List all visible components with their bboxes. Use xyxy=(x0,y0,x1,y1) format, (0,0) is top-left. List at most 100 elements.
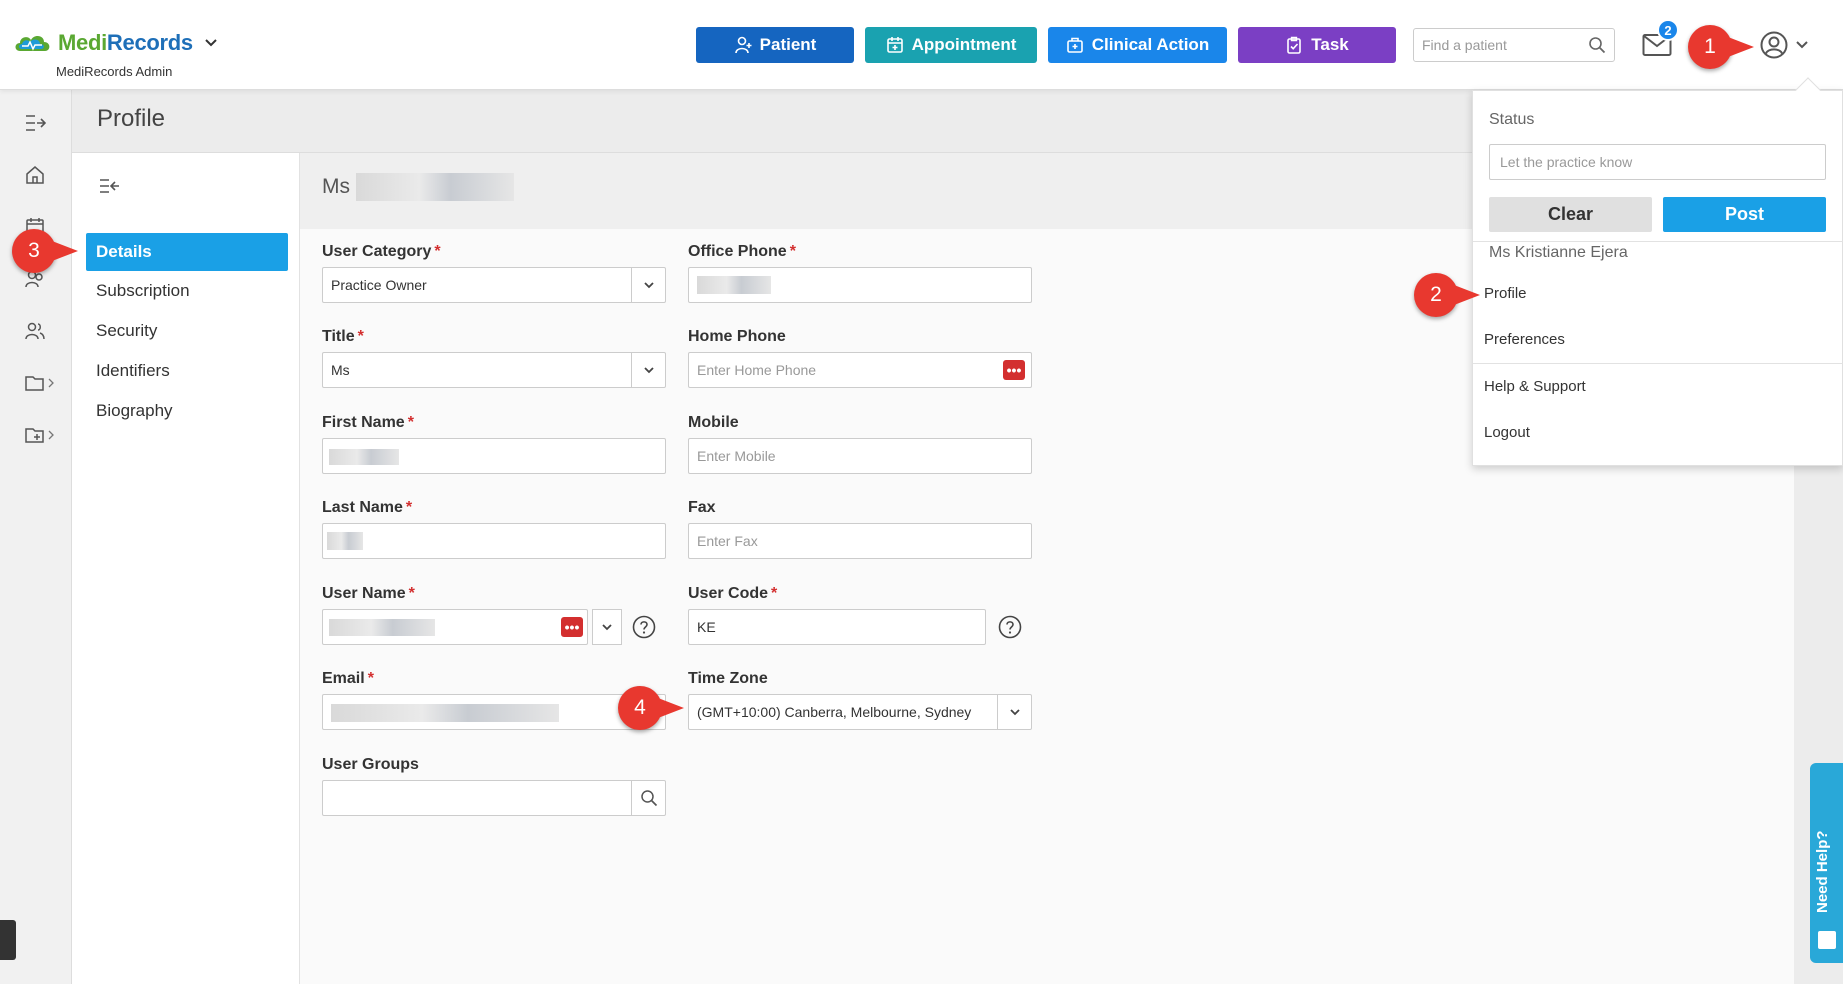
brand-logo[interactable]: MediRecords xyxy=(12,30,219,56)
chevron-down-icon xyxy=(1009,709,1020,716)
home-phone-field[interactable]: Enter Home Phone ••• xyxy=(688,352,1032,388)
search-icon[interactable] xyxy=(1588,36,1606,54)
appointment-button[interactable]: Appointment xyxy=(865,27,1037,63)
email-label: Email * xyxy=(322,670,374,687)
mobile-label: Mobile xyxy=(688,414,739,431)
title-value: Ms xyxy=(331,362,350,378)
time-zone-value: (GMT+10:00) Canberra, Melbourne, Sydney xyxy=(697,704,972,720)
user-groups-label: User Groups xyxy=(322,756,419,773)
redacted-email xyxy=(331,704,559,722)
office-phone-field[interactable] xyxy=(688,267,1032,303)
user-name-field[interactable]: ••• xyxy=(322,609,622,645)
post-button[interactable]: Post xyxy=(1663,197,1826,232)
mobile-placeholder: Enter Mobile xyxy=(697,448,776,464)
profile-subnav: Details Subscription Security Identifier… xyxy=(72,153,300,984)
user-code-label: User Code * xyxy=(688,585,778,602)
add-person-icon xyxy=(734,36,752,54)
redacted-office-phone xyxy=(697,276,771,294)
user-groups-search[interactable] xyxy=(631,781,665,815)
user-menu-dropdown: Status Let the practice know Clear Post … xyxy=(1472,90,1843,466)
help-question-icon[interactable] xyxy=(998,615,1022,639)
user-category-dropdown[interactable] xyxy=(631,268,665,302)
subnav-item-identifiers[interactable]: Identifiers xyxy=(86,352,288,390)
calendar-add-icon xyxy=(886,37,903,53)
title-select[interactable]: Ms xyxy=(322,352,666,388)
home-phone-placeholder: Enter Home Phone xyxy=(697,362,817,378)
first-name-label: First Name * xyxy=(322,414,414,431)
title-dropdown[interactable] xyxy=(631,353,665,387)
users-icon[interactable] xyxy=(24,320,46,342)
status-label: Status xyxy=(1489,111,1535,128)
callout-2: 2 xyxy=(1414,273,1494,319)
clear-button[interactable]: Clear xyxy=(1489,197,1652,232)
patient-search[interactable] xyxy=(1413,28,1615,62)
callout-3: 3 xyxy=(12,229,92,275)
user-code-value: KE xyxy=(697,619,716,635)
redacted-last-name xyxy=(327,532,363,550)
help-question-icon[interactable] xyxy=(632,615,656,639)
user-code-field[interactable]: KE xyxy=(688,609,986,645)
callout-4: 4 xyxy=(618,686,698,732)
patient-search-input[interactable] xyxy=(1414,29,1574,61)
cloud-logo-icon xyxy=(15,36,50,51)
user-display-name: Ms Kristianne Ejera xyxy=(1489,244,1628,261)
divider xyxy=(1473,241,1843,242)
user-groups-field[interactable] xyxy=(322,780,666,816)
time-zone-label: Time Zone xyxy=(688,670,768,687)
menu-item-help-support[interactable]: Help & Support xyxy=(1484,378,1586,395)
mobile-field[interactable]: Enter Mobile xyxy=(688,438,1032,474)
email-field[interactable] xyxy=(322,694,666,730)
password-manager-icon[interactable]: ••• xyxy=(1003,360,1025,380)
medical-kit-icon xyxy=(1066,37,1083,53)
last-name-field[interactable] xyxy=(322,523,666,559)
appointment-button-label: Appointment xyxy=(911,35,1017,54)
task-button-label: Task xyxy=(1311,35,1349,54)
home-phone-label: Home Phone xyxy=(688,328,786,345)
folder-icon[interactable] xyxy=(24,372,46,394)
chevron-right-icon[interactable] xyxy=(47,378,55,388)
user-category-select[interactable]: Practice Owner xyxy=(322,267,666,303)
home-icon[interactable] xyxy=(24,164,46,186)
clinical-action-button-label: Clinical Action xyxy=(1091,35,1210,54)
need-help-label: Need Help? xyxy=(1814,830,1831,913)
callout-1: 1 xyxy=(1688,25,1768,71)
first-name-field[interactable] xyxy=(322,438,666,474)
subnav-item-biography[interactable]: Biography xyxy=(86,392,288,430)
patient-button[interactable]: Patient xyxy=(696,27,854,63)
time-zone-dropdown[interactable] xyxy=(997,695,1031,729)
chevron-down-icon xyxy=(643,367,654,374)
last-name-label: Last Name * xyxy=(322,499,413,516)
clinical-action-button[interactable]: Clinical Action xyxy=(1048,27,1227,63)
fax-placeholder: Enter Fax xyxy=(697,533,758,549)
task-button[interactable]: Task xyxy=(1238,27,1396,63)
user-category-label: User Category * xyxy=(322,243,441,260)
time-zone-select[interactable]: (GMT+10:00) Canberra, Melbourne, Sydney xyxy=(688,694,1032,730)
side-widget-tab[interactable] xyxy=(0,920,16,960)
menu-item-logout[interactable]: Logout xyxy=(1484,424,1530,441)
collapse-menu-icon[interactable] xyxy=(98,177,120,195)
subnav-item-subscription[interactable]: Subscription xyxy=(86,272,288,310)
chevron-down-icon[interactable] xyxy=(203,35,219,51)
name-title-prefix: Ms xyxy=(322,175,350,198)
chat-icon xyxy=(1818,931,1836,949)
redacted-name xyxy=(356,173,514,201)
expand-menu-icon[interactable] xyxy=(24,112,46,134)
menu-item-preferences[interactable]: Preferences xyxy=(1484,331,1565,348)
brand-subtitle: MediRecords Admin xyxy=(56,64,173,79)
need-help-tab[interactable]: Need Help? xyxy=(1810,763,1843,963)
fax-field[interactable]: Enter Fax xyxy=(688,523,1032,559)
subnav-item-security[interactable]: Security xyxy=(86,312,288,350)
user-name-dropdown[interactable] xyxy=(592,609,622,645)
redacted-first-name xyxy=(329,449,399,465)
patient-button-label: Patient xyxy=(759,35,817,54)
chevron-down-icon[interactable] xyxy=(1795,38,1809,52)
chevron-right-icon[interactable] xyxy=(47,430,55,440)
divider xyxy=(1473,363,1843,364)
user-category-value: Practice Owner xyxy=(331,277,427,293)
subnav-item-details[interactable]: Details xyxy=(86,233,288,271)
folder-add-icon[interactable] xyxy=(24,424,46,446)
office-phone-label: Office Phone * xyxy=(688,243,796,260)
chevron-down-icon xyxy=(643,282,654,289)
status-input[interactable]: Let the practice know xyxy=(1489,144,1826,180)
password-manager-icon[interactable]: ••• xyxy=(561,617,583,637)
